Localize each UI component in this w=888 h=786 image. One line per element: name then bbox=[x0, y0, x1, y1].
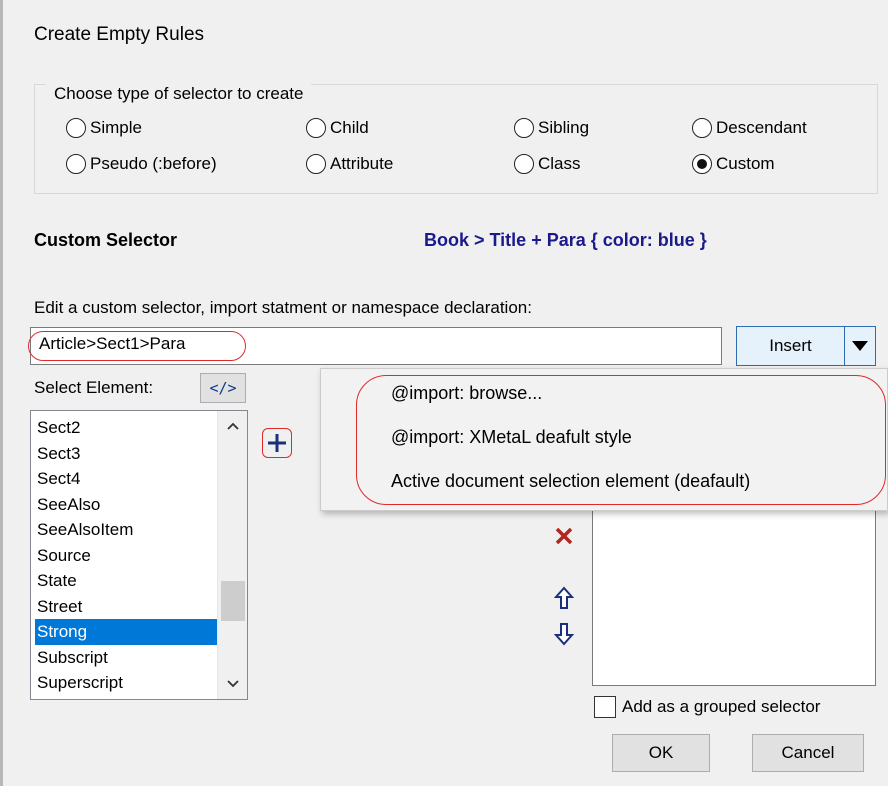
radio-label: Simple bbox=[90, 118, 142, 137]
move-down-button[interactable] bbox=[550, 620, 578, 648]
edit-selector-label: Edit a custom selector, import statment … bbox=[34, 298, 532, 317]
radio-circle bbox=[514, 118, 534, 138]
custom-selector-input[interactable]: Article>Sect1>Para bbox=[30, 327, 722, 365]
add-element-button[interactable] bbox=[262, 428, 292, 458]
radio-dot bbox=[697, 159, 707, 169]
radio-label: Pseudo (:before) bbox=[90, 154, 217, 173]
radio-circle bbox=[306, 118, 326, 138]
list-item[interactable]: Sect3 bbox=[35, 441, 217, 467]
menu-item-import-browse[interactable]: @import: browse... bbox=[391, 383, 542, 404]
radio-circle bbox=[692, 154, 712, 174]
list-item[interactable]: Sect2 bbox=[35, 415, 217, 441]
selector-list[interactable] bbox=[592, 510, 876, 686]
radio-circle bbox=[514, 154, 534, 174]
checkbox-box[interactable] bbox=[594, 696, 616, 718]
select-element-label: Select Element: bbox=[34, 378, 154, 397]
radio-descendant[interactable]: Descendant bbox=[692, 118, 807, 138]
delete-x-icon bbox=[555, 527, 573, 545]
arrow-up-icon bbox=[554, 586, 574, 609]
radio-circle bbox=[692, 118, 712, 138]
list-item[interactable]: State bbox=[35, 568, 217, 594]
list-item[interactable]: SeeAlso bbox=[35, 492, 217, 518]
ok-button[interactable]: OK bbox=[612, 734, 710, 772]
radio-label: Attribute bbox=[330, 154, 394, 173]
grouped-selector-checkbox[interactable]: Add as a grouped selector bbox=[594, 696, 820, 718]
list-item[interactable]: Superscript bbox=[35, 670, 217, 696]
list-item[interactable]: Source bbox=[35, 543, 217, 569]
radio-custom[interactable]: Custom bbox=[692, 154, 775, 174]
dropdown-arrow-icon bbox=[852, 341, 868, 351]
radio-label: Sibling bbox=[538, 118, 590, 137]
list-item-selected[interactable]: Strong bbox=[35, 619, 217, 645]
element-list-items: Sect2 Sect3 Sect4 SeeAlso SeeAlsoItem So… bbox=[35, 415, 217, 696]
list-item[interactable]: SeeAlsoItem bbox=[35, 517, 217, 543]
delete-button[interactable] bbox=[550, 522, 578, 550]
selector-type-group-label: Choose type of selector to create bbox=[46, 84, 312, 104]
move-up-button[interactable] bbox=[550, 584, 578, 612]
radio-class[interactable]: Class bbox=[514, 154, 581, 174]
radio-label: Child bbox=[330, 118, 369, 137]
input-value: Article>Sect1>Para bbox=[39, 334, 186, 353]
radio-pseudo[interactable]: Pseudo (:before) bbox=[66, 154, 217, 174]
radio-circle bbox=[306, 154, 326, 174]
window-edge bbox=[0, 0, 3, 786]
dialog-title: Create Empty Rules bbox=[34, 24, 205, 45]
arrow-down-icon bbox=[554, 623, 574, 646]
chevron-down-icon bbox=[227, 680, 239, 688]
menu-item-import-default-style[interactable]: @import: XMetaL deafult style bbox=[391, 427, 632, 448]
insert-dropdown-menu: @import: browse... @import: XMetaL deafu… bbox=[320, 368, 888, 511]
scroll-thumb[interactable] bbox=[221, 581, 245, 621]
radio-label: Custom bbox=[716, 154, 775, 173]
chevron-up-icon bbox=[227, 422, 239, 430]
custom-selector-heading: Custom Selector bbox=[34, 230, 178, 250]
radio-child[interactable]: Child bbox=[306, 118, 369, 138]
menu-item-active-document-element[interactable]: Active document selection element (deafa… bbox=[391, 471, 750, 492]
plus-icon bbox=[268, 434, 286, 452]
radio-label: Descendant bbox=[716, 118, 807, 137]
radio-simple[interactable]: Simple bbox=[66, 118, 142, 138]
radio-label: Class bbox=[538, 154, 581, 173]
element-listbox[interactable]: Sect2 Sect3 Sect4 SeeAlso SeeAlsoItem So… bbox=[30, 410, 248, 700]
list-item[interactable]: Sect4 bbox=[35, 466, 217, 492]
insert-dropdown-button[interactable] bbox=[845, 327, 875, 365]
list-item[interactable]: Subscript bbox=[35, 645, 217, 671]
scroll-up-arrow[interactable] bbox=[218, 413, 247, 439]
cancel-button[interactable]: Cancel bbox=[752, 734, 864, 772]
checkbox-label: Add as a grouped selector bbox=[622, 697, 821, 716]
radio-circle bbox=[66, 154, 86, 174]
list-item[interactable]: Street bbox=[35, 594, 217, 620]
radio-circle bbox=[66, 118, 86, 138]
insert-button[interactable]: Insert bbox=[737, 327, 845, 365]
custom-selector-example: Book > Title + Para { color: blue } bbox=[424, 230, 707, 250]
code-view-button[interactable]: </> bbox=[200, 373, 246, 403]
radio-sibling[interactable]: Sibling bbox=[514, 118, 589, 138]
insert-split-button[interactable]: Insert bbox=[736, 326, 876, 366]
scroll-down-arrow[interactable] bbox=[218, 671, 247, 697]
radio-attribute[interactable]: Attribute bbox=[306, 154, 393, 174]
list-scrollbar[interactable] bbox=[217, 411, 247, 699]
